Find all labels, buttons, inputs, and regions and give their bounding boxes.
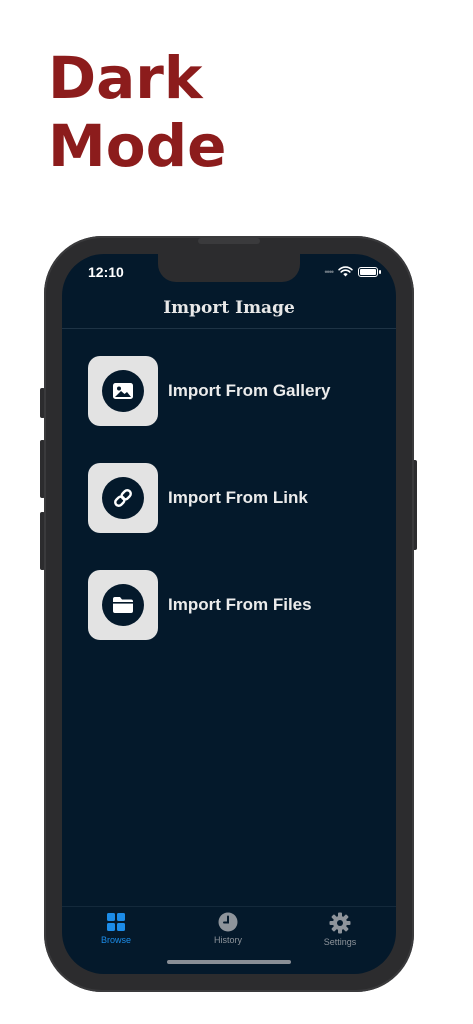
status-indicators: •••• [324, 266, 381, 277]
gallery-tile [88, 356, 158, 426]
import-from-files-button[interactable]: Import From Files [88, 570, 378, 640]
tab-browse[interactable]: Browse [76, 912, 156, 945]
home-indicator [167, 960, 291, 964]
promo-headline-line-2: Mode [48, 112, 227, 180]
folder-icon [113, 597, 133, 613]
tab-browse-label: Browse [100, 935, 131, 945]
photo-icon [113, 383, 133, 399]
tab-history-label: History [213, 935, 242, 945]
tab-bar-divider [62, 906, 396, 907]
link-icon [114, 489, 132, 507]
phone-notch [158, 254, 300, 282]
gear-icon [329, 912, 351, 934]
clock-icon [218, 912, 238, 932]
cellular-signal-icon: •••• [324, 266, 334, 277]
page-title: Import Image [163, 298, 295, 318]
import-from-files-label: Import From Files [168, 595, 312, 614]
tab-settings-label: Settings [323, 937, 357, 947]
import-from-gallery-label: Import From Gallery [168, 381, 331, 400]
status-time: 12:10 [88, 264, 124, 280]
import-from-gallery-button[interactable]: Import From Gallery [88, 356, 378, 426]
import-from-link-button[interactable]: Import From Link [88, 463, 378, 533]
promo-headline: Dark Mode [48, 44, 226, 180]
tab-bar: Browse History Settings [62, 910, 396, 950]
link-tile [88, 463, 158, 533]
files-tile [88, 570, 158, 640]
grid-icon [107, 913, 125, 931]
promo-headline-line-1: Dark [48, 44, 203, 112]
phone-speaker-grille [198, 238, 260, 244]
wifi-icon [338, 266, 353, 277]
tab-settings[interactable]: Settings [300, 912, 380, 947]
tab-history[interactable]: History [188, 912, 268, 945]
import-from-link-label: Import From Link [168, 488, 308, 507]
nav-divider [62, 328, 396, 329]
phone-screen: 12:10 •••• Import Image Import From Gall… [62, 254, 396, 974]
battery-icon [358, 266, 381, 277]
